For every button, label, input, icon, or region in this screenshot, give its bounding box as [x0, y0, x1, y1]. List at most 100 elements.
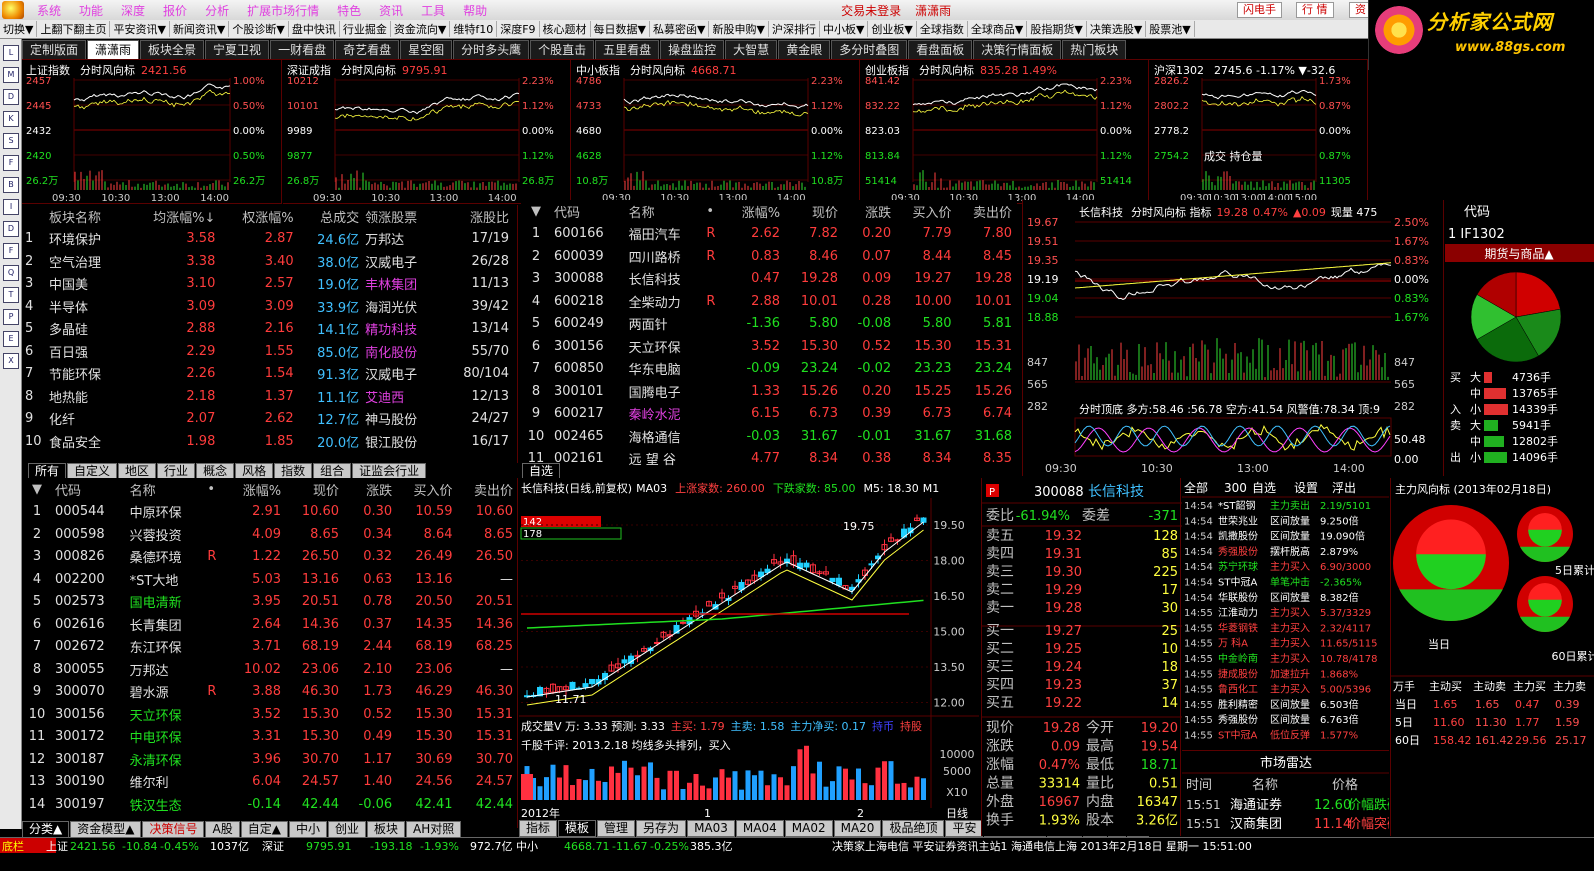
kline-tool-tab[interactable]: 极品绝顶	[882, 820, 945, 837]
sector-row[interactable]: 5 多晶硅 2.88 2.16 14.1亿 精功科技 13/14	[22, 318, 512, 341]
layout-tab[interactable]: 定制版面	[22, 40, 87, 59]
mini-index-chart[interactable]: 2826.2 2802.2 2778.2 2754.2 1.73% 0.87% 0.00% 0…	[1150, 60, 1368, 204]
toolbar-item[interactable]: 平安资讯▼	[110, 21, 170, 37]
menu-feature[interactable]: 特色	[328, 2, 370, 19]
toolbar-item[interactable]: 决策选股▼	[1087, 21, 1147, 37]
sidebar-tool-icon[interactable]: L	[3, 45, 19, 61]
toolbar-item[interactable]: 创业板▼	[868, 21, 917, 37]
sidebar-tool-icon[interactable]: D	[3, 221, 19, 237]
toolbar-item[interactable]: 全球指数	[917, 21, 968, 37]
layout-tab[interactable]: 五里看盘	[595, 40, 660, 59]
table-row[interactable]: 8 300101 国腾电子 1.33 15.26 0.20 15.25 15.26	[521, 380, 1015, 403]
stock-category-tab[interactable]: 分类▲	[22, 821, 70, 838]
table-row[interactable]: 1 600166 福田汽车 R 2.62 7.82 0.20 7.79 7.80	[521, 223, 1015, 246]
table-row[interactable]: 7 002672 东江环保 3.71 68.19 2.44 68.19 68.25	[22, 636, 516, 659]
column-header[interactable]: 名称	[127, 478, 205, 501]
mini-index-chart[interactable]: 4786 4733 4680 4628 10.8万 2.23% 1.12% 0.00% 1.12…	[572, 60, 860, 204]
column-header[interactable]: 名称	[626, 200, 704, 223]
menu-quote[interactable]: 报价	[154, 2, 196, 19]
stock-category-tab[interactable]: 资金模型▲	[70, 821, 142, 838]
sector-row[interactable]: 10 食品安全 1.98 1.85 20.0亿 银江股份 16/17	[22, 430, 512, 453]
kline-tool-tab[interactable]: MA03	[687, 820, 735, 837]
layout-tab[interactable]: 一财看盘	[270, 40, 335, 59]
menu-tools[interactable]: 工具	[412, 2, 454, 19]
table-row[interactable]: 14 300197 铁汉生态 -0.14 42.44 -0.06 42.41 42.44	[22, 793, 516, 816]
sector-column-header[interactable]: 总成交	[297, 205, 362, 228]
kline-tool-tab[interactable]: 指标	[519, 820, 558, 837]
toolbar-item[interactable]: 私募密函▼	[650, 21, 710, 37]
layout-tab[interactable]: 大智慧	[725, 40, 778, 59]
table-row[interactable]: 9 300070 碧水源 R 3.88 46.30 1.73 46.29 46.30	[22, 681, 516, 704]
sector-row[interactable]: 8 地热能 2.18 1.37 11.1亿 艾迪西 12/13	[22, 385, 512, 408]
layout-tab[interactable]: 热门板块	[1062, 40, 1127, 59]
toolbar-item[interactable]: 中小板▼	[820, 21, 869, 37]
kline-tool-tab[interactable]: 模板	[558, 820, 597, 837]
toolbar-item[interactable]: 资金流向▼	[391, 21, 451, 37]
layout-tab[interactable]: 分时多头鹰	[453, 40, 530, 59]
stock-category-tab[interactable]: 决策信号	[142, 821, 205, 838]
column-header[interactable]: 现价	[284, 478, 342, 501]
table-row[interactable]: 10 002465 海格通信 -0.03 31.67 -0.01 31.67 31.68	[521, 425, 1015, 448]
kline-tool-tab[interactable]: MA20	[833, 820, 882, 837]
column-header[interactable]: 买入价	[395, 478, 455, 501]
column-header[interactable]: 涨跌	[841, 200, 894, 223]
toolbar-item[interactable]: 盘中快讯	[289, 21, 340, 37]
sidebar-tool-icon[interactable]: F	[3, 155, 19, 171]
column-header[interactable]: •	[204, 478, 224, 501]
sector-column-header[interactable]: 权涨幅%	[218, 205, 296, 228]
sidebar-tool-icon[interactable]: X	[3, 353, 19, 369]
kline-tool-tab[interactable]: MA02	[784, 820, 833, 837]
mini-index-chart[interactable]: 10212 10101 9989 9877 26.8万 2.23% 1.12% 0.00% 1.…	[283, 60, 571, 204]
toolbar-item[interactable]: 维特f10	[450, 21, 498, 37]
table-row[interactable]: 10 300156 天立环保 3.52 15.30 0.52 15.30 15.31	[22, 703, 516, 726]
column-header[interactable]: 买入价	[894, 200, 954, 223]
quote-button[interactable]: 行 情	[1296, 2, 1334, 18]
layout-tab[interactable]: 个股直击	[530, 40, 595, 59]
column-header[interactable]: 卖出价	[456, 478, 516, 501]
sector-row[interactable]: 2 空气治理 3.38 3.40 38.0亿 汉威电子 26/28	[22, 250, 512, 273]
mini-index-chart[interactable]: 2457 2445 2432 2420 26.2万 1.00% 0.50% 0.00% 0.50…	[22, 60, 282, 204]
toolbar-item[interactable]: 新闻资讯▼	[170, 21, 230, 37]
layout-tab[interactable]: 操盘监控	[660, 40, 725, 59]
column-header[interactable]: 代码	[52, 478, 127, 501]
app-icon[interactable]	[2, 1, 24, 19]
layout-tab[interactable]: 黄金眼	[778, 40, 831, 59]
kline-tool-tab[interactable]: 另存为	[636, 820, 687, 837]
menu-function[interactable]: 功能	[70, 2, 112, 19]
kline-tool-tab[interactable]: 平安	[945, 820, 984, 837]
column-header[interactable]: 涨跌	[342, 478, 395, 501]
layout-tab[interactable]: 决策行情面板	[973, 40, 1062, 59]
sector-row[interactable]: 9 化纤 2.07 2.62 12.7亿 神马股份 24/27	[22, 408, 512, 431]
table-row[interactable]: 5 600249 两面针 -1.36 5.80 -0.08 5.80 5.81	[521, 313, 1015, 336]
stock-category-tab[interactable]: AH对照	[405, 821, 462, 838]
stock-category-tab[interactable]: 自定▲	[240, 821, 288, 838]
table-row[interactable]: 5 002573 国电清新 3.95 20.51 0.78 20.50 20.51	[22, 591, 516, 614]
stock-category-tab[interactable]: A股	[205, 821, 240, 838]
column-header[interactable]: 卖出价	[955, 200, 1015, 223]
layout-tab[interactable]: 奇艺看盘	[335, 40, 400, 59]
sector-column-header[interactable]: 均涨幅%↓	[125, 205, 218, 228]
table-row[interactable]: 4 002200 *ST大地 5.03 13.16 0.63 13.16 —	[22, 568, 516, 591]
table-row[interactable]: 3 000826 桑德环境 R 1.22 26.50 0.32 26.49 26.50	[22, 546, 516, 569]
toolbar-item[interactable]: 全球商品▼	[968, 21, 1028, 37]
toolbar-item[interactable]: 股票池▼	[1146, 21, 1195, 37]
table-row[interactable]: 11 002161 远 望 谷 4.77 8.34 0.38 8.34 8.35	[521, 448, 1015, 471]
sector-row[interactable]: 6 百日强 2.29 1.55 85.0亿 南化股份 55/70	[22, 340, 512, 363]
dropdown-arrow-icon[interactable]: ▼	[521, 200, 551, 223]
stock-category-tab[interactable]: 中小	[288, 821, 327, 838]
table-row[interactable]: 6 300156 天立环保 3.52 15.30 0.52 15.30 15.31	[521, 335, 1015, 358]
table-row[interactable]: 12 300187 永清环保 3.96 30.70 1.17 30.69 30.70	[22, 748, 516, 771]
menu-extended[interactable]: 扩展市场行情	[238, 2, 328, 19]
mini-index-chart[interactable]: 841.42 832.22 823.03 813.84 51414 2.23% 1.12% 0…	[861, 60, 1149, 204]
sector-row[interactable]: 4 半导体 3.09 3.09 33.9亿 海润光伏 39/42	[22, 295, 512, 318]
sector-column-header[interactable]: 涨股比	[441, 205, 512, 228]
toolbar-item[interactable]: 每日数据▼	[591, 21, 651, 37]
column-header[interactable]: 现价	[783, 200, 841, 223]
column-header[interactable]: 涨幅%	[225, 478, 284, 501]
sidebar-tool-icon[interactable]: Q	[3, 265, 19, 281]
layout-tab[interactable]: 板块全景	[140, 40, 205, 59]
table-row[interactable]: 9 600217 秦岭水泥 6.15 6.73 0.39 6.73 6.74	[521, 403, 1015, 426]
table-row[interactable]: 13 300190 维尔利 6.04 24.57 1.40 24.56 24.57	[22, 771, 516, 794]
sector-row[interactable]: 3 中国美 3.10 2.57 19.0亿 丰林集团 11/13	[22, 273, 512, 296]
menu-news[interactable]: 资讯	[370, 2, 412, 19]
